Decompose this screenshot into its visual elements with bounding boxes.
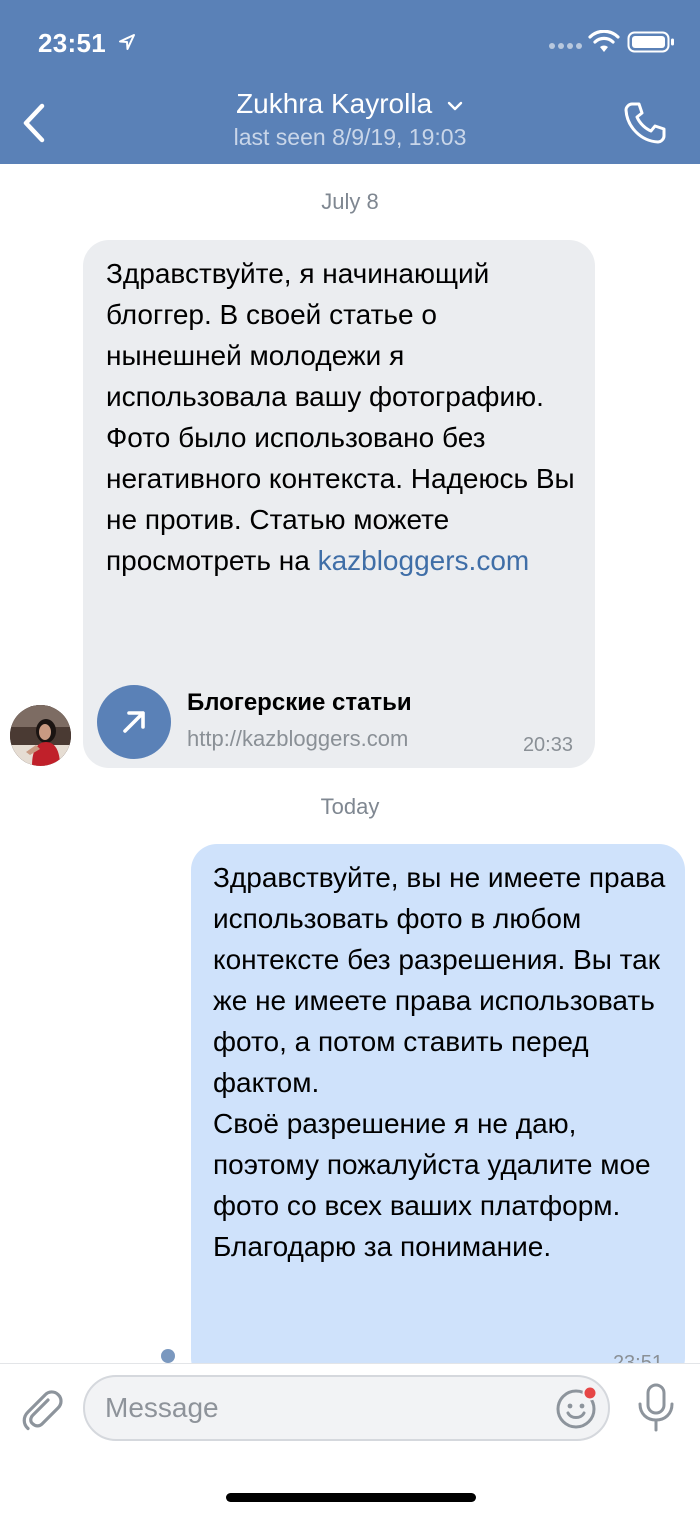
last-seen-status: last seen 8/9/19, 19:03 xyxy=(233,124,467,150)
emoji-button[interactable] xyxy=(553,1384,601,1432)
contact-name-row: Zukhra Kayrolla xyxy=(150,88,550,120)
date-separator: July 8 xyxy=(321,189,379,214)
incoming-message-text: Здравствуйте, я начинающий блоггер. В св… xyxy=(106,253,576,581)
chevron-down-icon xyxy=(447,101,463,110)
message-timestamp: 20:33 xyxy=(522,734,573,756)
wifi-icon xyxy=(588,30,620,52)
status-bar-time: 23:51 xyxy=(38,28,106,58)
unread-indicator xyxy=(161,1349,175,1363)
message-input[interactable] xyxy=(83,1375,610,1441)
message-composer xyxy=(0,1363,700,1515)
battery-icon xyxy=(627,31,674,53)
contact-photo-icon xyxy=(10,705,71,766)
link-preview-url: http://kazbloggers.com xyxy=(187,726,409,751)
outgoing-message-text: Здравствуйте, вы не имеете права использ… xyxy=(213,862,666,1262)
cellular-signal-icon xyxy=(549,43,582,49)
chat-title[interactable]: Zukhra Kayrolla last seen 8/9/19, 19:03 xyxy=(150,88,550,151)
smiley-icon xyxy=(556,1385,598,1429)
avatar[interactable] xyxy=(10,705,71,766)
chevron-left-icon xyxy=(23,103,45,143)
call-button[interactable] xyxy=(620,98,670,148)
phone-icon xyxy=(624,102,666,144)
incoming-message-body: Здравствуйте, я начинающий блоггер. В св… xyxy=(106,258,575,576)
outgoing-message-bubble[interactable]: Здравствуйте, вы не имеете права использ… xyxy=(191,844,685,1384)
date-separator: Today xyxy=(320,794,380,819)
chat-header: 23:51 Zukhra Kayrolla last seen 8/9/19, … xyxy=(0,0,700,164)
incoming-message-bubble[interactable]: Здравствуйте, я начинающий блоггер. В св… xyxy=(83,240,595,768)
link-preview-title[interactable]: Блогерские статьи xyxy=(187,689,412,717)
link-preview-button[interactable] xyxy=(97,685,171,759)
contact-name: Zukhra Kayrolla xyxy=(236,88,433,119)
message-link[interactable]: kazbloggers.com xyxy=(318,545,530,576)
paperclip-icon xyxy=(22,1390,63,1431)
voice-message-button[interactable] xyxy=(634,1382,678,1434)
arrow-up-right-icon xyxy=(123,711,145,733)
microphone-icon xyxy=(638,1383,674,1432)
home-indicator xyxy=(226,1493,476,1502)
back-button[interactable] xyxy=(14,98,58,148)
attach-button[interactable] xyxy=(18,1386,66,1434)
location-arrow-icon xyxy=(119,34,135,50)
